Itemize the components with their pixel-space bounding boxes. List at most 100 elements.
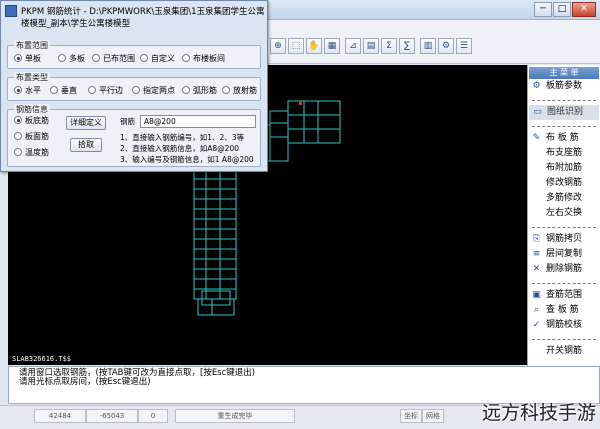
- table-icon[interactable]: ▤: [363, 38, 379, 54]
- radio-dot: [50, 86, 58, 94]
- rebar-hint: 3、输入编号及钢筋信息，如1 A8@200: [120, 155, 254, 164]
- range-group-label: 布置范围: [14, 40, 50, 51]
- menu-item[interactable]: ▭ 图纸识别: [529, 105, 599, 120]
- menu-item-label: 钢筋拷贝: [546, 234, 583, 244]
- radio-dot: [182, 86, 190, 94]
- menu-item[interactable]: ⚙ 板筋参数: [528, 79, 600, 94]
- type-option-vertical[interactable]: 垂直: [50, 86, 77, 96]
- rebar-hint: 2、直接输入钢筋信息，如A8@200: [120, 144, 239, 153]
- menu-item[interactable]: ≡ 层间复制: [528, 247, 600, 262]
- radio-dot: [14, 132, 22, 140]
- menu-item-label: 图纸识别: [547, 107, 584, 117]
- pick-button[interactable]: 拾取: [70, 138, 102, 152]
- menu-item[interactable]: ✕ 删除钢筋: [528, 262, 600, 277]
- watermark: 远方科技手游: [481, 402, 596, 424]
- status-toggle-coord[interactable]: 坐标: [400, 409, 422, 423]
- detail-define-button[interactable]: 详细定义: [66, 116, 106, 130]
- type-option-two-points[interactable]: 指定两点: [132, 86, 175, 96]
- command-history-line: 请用光标点取房间，(按Esc键退出): [19, 377, 151, 387]
- copy-icon: ⎘: [532, 234, 541, 244]
- radio-dot: [92, 54, 100, 62]
- status-toggle-grid[interactable]: 网格: [422, 409, 444, 423]
- menu-item-label: 查 板 筋: [546, 305, 579, 315]
- close-button[interactable]: ✕: [572, 2, 596, 17]
- main-menu-list: ⚙ 板筋参数 ▭ 图纸识别 ✎ 布 板 筋布支座筋布附加筋修改钢筋 多筋修改 左右交换 ⎘ 钢筋拷…: [528, 79, 600, 359]
- range-group: 布置范围 单板 多板 已布范围 自定义 布楼板间: [7, 40, 261, 69]
- grid-icon[interactable]: ▦: [324, 38, 340, 54]
- menu-item[interactable]: ▣ 查筋范围: [528, 288, 600, 303]
- rebar-input[interactable]: A8@200: [140, 115, 256, 128]
- menu-item[interactable]: 开关钢筋: [528, 344, 600, 359]
- radio-dot: [58, 54, 66, 62]
- layer-icon[interactable]: ▥: [420, 38, 436, 54]
- rebar-group-label: 钢筋信息: [14, 104, 50, 115]
- search-icon: ⌕: [533, 305, 540, 315]
- check-icon: ✓: [532, 320, 541, 330]
- cursor-marker: [299, 102, 302, 105]
- coord-z: 0: [138, 409, 168, 423]
- measure-icon[interactable]: ⊿: [345, 38, 361, 54]
- app-icon: [5, 5, 17, 17]
- radio-dot: [14, 86, 22, 94]
- rebar-placement-dialog: PKPM 钢筋统计 - D:\PKPMWORK\玉泉集团\1玉泉集团学生公寓楼模…: [0, 0, 268, 172]
- settings-icon[interactable]: ⚙: [438, 38, 454, 54]
- type-option-arc[interactable]: 弧形筋: [182, 86, 217, 96]
- menu-item[interactable]: ✎ 布 板 筋: [528, 131, 600, 146]
- menu-item-label: 布附加筋: [546, 163, 583, 173]
- menu-item[interactable]: 修改钢筋: [528, 176, 600, 191]
- list-icon[interactable]: ☰: [456, 38, 472, 54]
- select-icon[interactable]: ⬚: [288, 38, 304, 54]
- menu-item[interactable]: 多筋修改: [528, 191, 600, 206]
- menu-item[interactable]: 布附加筋: [528, 161, 600, 176]
- range-option-floor[interactable]: 布楼板间: [182, 54, 225, 64]
- rebar-field-label: 钢筋: [120, 117, 135, 126]
- menu-item[interactable]: 左右交换: [528, 206, 600, 221]
- rebar-option-temperature[interactable]: 温度筋: [14, 148, 49, 158]
- plan-outline: [287, 100, 341, 144]
- range-option-single[interactable]: 单板: [14, 54, 41, 64]
- toolbar-buttons: ⊕ ⬚ ✋ ▦ ⊿ ▤ Σ ∑ ▥ ⚙ ☰: [270, 38, 474, 54]
- minimize-button[interactable]: ─: [534, 2, 552, 17]
- radio-dot: [182, 54, 190, 62]
- sum-icon[interactable]: Σ: [381, 38, 397, 54]
- radio-dot: [14, 54, 22, 62]
- dialog-title: PKPM 钢筋统计 - D:\PKPMWORK\玉泉集团\1玉泉集团学生公寓楼模…: [21, 7, 265, 29]
- rebar-option-top[interactable]: 板面筋: [14, 132, 49, 142]
- range-option-custom[interactable]: 自定义: [140, 54, 175, 64]
- dialog-titlebar: PKPM 钢筋统计 - D:\PKPMWORK\玉泉集团\1玉泉集团学生公寓楼模…: [1, 1, 267, 29]
- status-message: 重生成完毕: [175, 409, 295, 423]
- pan-icon[interactable]: ✋: [306, 38, 322, 54]
- menu-separator: [532, 94, 596, 101]
- gear-icon: ⚙: [532, 81, 541, 91]
- type-group: 布置类型 水平 垂直 平行边 指定两点 弧形筋 放射筋: [7, 72, 261, 101]
- type-option-parallel[interactable]: 平行边: [88, 86, 123, 96]
- type-option-radial[interactable]: 放射筋: [222, 86, 257, 96]
- radio-dot: [14, 116, 22, 124]
- radio-dot: [132, 86, 140, 94]
- menu-item-label: 钢筋校核: [546, 320, 583, 330]
- type-option-horizontal[interactable]: 水平: [14, 86, 41, 96]
- coord-x: 42484: [34, 409, 86, 423]
- layers-icon: ≡: [532, 249, 541, 259]
- menu-item[interactable]: 布支座筋: [528, 146, 600, 161]
- range-option-placed[interactable]: 已布范围: [92, 54, 135, 64]
- menu-item-label: 删除钢筋: [546, 264, 583, 274]
- menu-item[interactable]: ⌕ 查 板 筋: [528, 303, 600, 318]
- menu-item-label: 板筋参数: [546, 81, 583, 91]
- rebar-info-group: 钢筋信息 板底筋 板面筋 温度筋 详细定义 拾取 钢筋 A8@200 1、直接输…: [7, 104, 261, 167]
- sigma-icon[interactable]: ∑: [399, 38, 415, 54]
- menu-item-label: 查筋范围: [546, 290, 583, 300]
- range-icon: ▣: [532, 290, 541, 300]
- command-line: SLAB326616.T$$: [8, 353, 527, 365]
- radio-dot: [14, 148, 22, 156]
- maximize-button[interactable]: □: [553, 2, 571, 17]
- rebar-option-bottom[interactable]: 板底筋: [14, 116, 49, 126]
- zoom-icon[interactable]: ⊕: [270, 38, 286, 54]
- menu-item[interactable]: ⎘ 钢筋拷贝: [528, 232, 600, 247]
- menu-item[interactable]: ✓ 钢筋校核: [528, 318, 600, 333]
- coord-y: -65043: [86, 409, 138, 423]
- menu-item-label: 布支座筋: [546, 148, 583, 158]
- main-menu-header: 主 菜 单: [529, 67, 599, 79]
- range-option-multi[interactable]: 多板: [58, 54, 85, 64]
- radio-dot: [140, 54, 148, 62]
